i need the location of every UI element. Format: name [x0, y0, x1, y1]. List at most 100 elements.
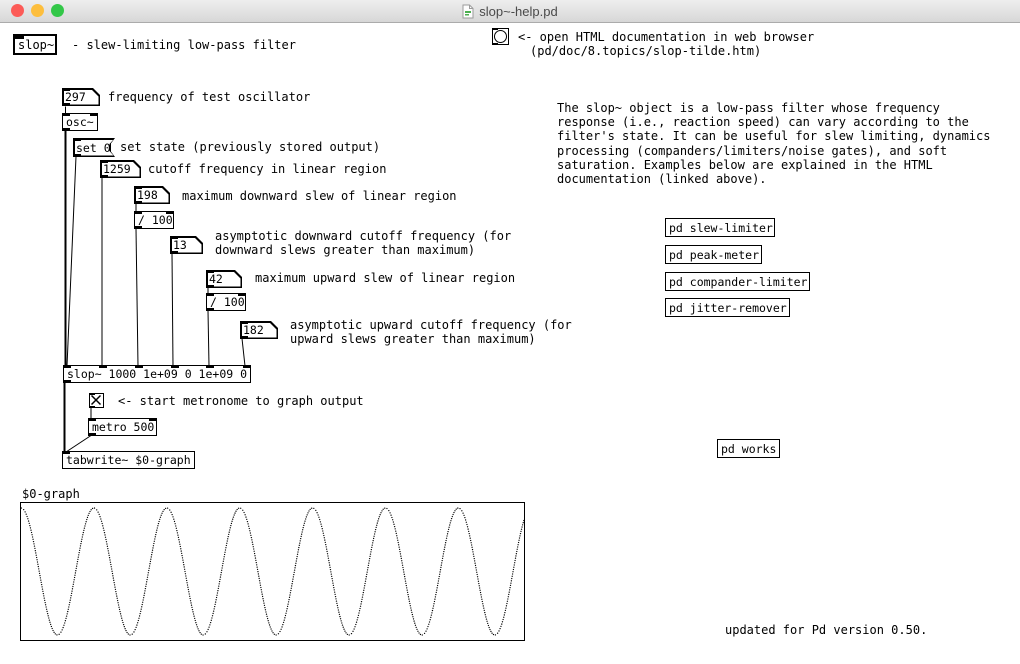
message-text: set 0 — [76, 141, 111, 155]
comment-frequency: frequency of test oscillator — [108, 90, 310, 104]
inlet-nib — [89, 393, 95, 395]
inlet-nib — [99, 365, 107, 368]
outlet-nib — [492, 43, 498, 45]
inlet-nib — [63, 365, 71, 368]
outlet-nib — [100, 175, 108, 178]
comment-metronome: <- start metronome to graph output — [118, 394, 364, 408]
inlet-nib — [243, 365, 251, 368]
object-text: slop~ 1000 1e+09 0 1e+09 0 — [67, 367, 247, 381]
toggle-x-icon — [90, 394, 102, 406]
object-box-metro[interactable]: metro 500 — [88, 418, 157, 436]
titlebar: slop~-help.pd — [0, 0, 1020, 23]
object-box-divide-b[interactable]: / 100 — [206, 293, 246, 311]
inlet-nib — [171, 365, 179, 368]
object-box-slop[interactable]: slop~ 1000 1e+09 0 1e+09 0 — [63, 365, 251, 383]
description-line: documentation (linked above). — [557, 172, 990, 186]
object-text: / 100 — [210, 295, 245, 309]
object-box-slop-name[interactable]: slop~ — [13, 34, 57, 55]
inlet-nib — [206, 270, 214, 273]
toggle-start-metronome[interactable] — [89, 393, 104, 408]
window-title: slop~-help.pd — [479, 4, 557, 19]
inlet-nib — [134, 186, 142, 189]
title-area: slop~-help.pd — [0, 0, 1020, 22]
subpatch-label: pd peak-meter — [669, 248, 759, 262]
inlet-nib — [166, 211, 174, 214]
object-text: / 100 — [138, 213, 173, 227]
inlet-nib — [149, 418, 157, 421]
number-value: 182 — [243, 323, 264, 337]
number-value: 13 — [173, 238, 187, 252]
inlet-nib — [62, 451, 70, 454]
inlet-nib — [206, 365, 214, 368]
comment-down-asym-1: asymptotic downward cutoff frequency (fo… — [215, 229, 511, 243]
outlet-nib — [73, 154, 81, 157]
description-line: processing (companders/limiters/noise ga… — [557, 144, 990, 158]
number-value: 42 — [209, 272, 223, 286]
array-display-graph[interactable] — [20, 502, 525, 641]
number-value: 198 — [137, 188, 158, 202]
outlet-nib — [134, 226, 142, 229]
subpatch-peak-meter[interactable]: pd peak-meter — [665, 245, 762, 264]
outlet-nib — [63, 380, 71, 383]
outlet-nib — [62, 128, 70, 131]
subpatch-label: pd compander-limiter — [669, 275, 807, 289]
comment-cutoff: cutoff frequency in linear region — [148, 162, 386, 176]
subpatch-slew-limiter[interactable]: pd slew-limiter — [665, 218, 775, 237]
waveform-dots — [21, 503, 524, 640]
inlet-nib — [134, 211, 142, 214]
number-value: 1259 — [103, 162, 131, 176]
outlet-nib — [62, 103, 70, 106]
object-text: metro 500 — [92, 420, 154, 434]
inlet-nib — [492, 28, 498, 30]
number-box-down-asymptotic[interactable]: 13 — [170, 236, 203, 254]
object-box-divide-a[interactable]: / 100 — [134, 211, 174, 229]
inlet-nib — [73, 138, 81, 141]
comment-updated: updated for Pd version 0.50. — [725, 623, 927, 637]
comment-set-state: set state (previously stored output) — [120, 140, 380, 154]
description-line: The slop~ object is a low-pass filter wh… — [557, 101, 990, 115]
comment-down-slew: maximum downward slew of linear region — [182, 189, 457, 203]
comment-up-asym-2: upward slews greater than maximum) — [290, 332, 536, 346]
message-box-set-state[interactable]: set 0 — [73, 138, 115, 157]
subpatch-label: pd jitter-remover — [669, 301, 787, 315]
number-value: 297 — [65, 90, 86, 104]
number-box-up-asymptotic[interactable]: 182 — [240, 321, 278, 339]
inlet-nib — [238, 293, 246, 296]
subpatch-label: pd slew-limiter — [669, 221, 773, 235]
object-text: tabwrite~ $0-graph — [66, 453, 191, 467]
subpatch-jitter-remover[interactable]: pd jitter-remover — [665, 298, 790, 317]
pd-document-icon — [462, 4, 474, 19]
outlet-nib — [89, 406, 95, 408]
subpatch-label: pd works — [721, 442, 776, 456]
patch-canvas: slop~ - slew-limiting low-pass filter <-… — [0, 0, 1020, 664]
outlet-nib — [206, 285, 214, 288]
number-box-up-slew[interactable]: 42 — [206, 270, 242, 288]
comment-up-slew: maximum upward slew of linear region — [255, 271, 515, 285]
subpatch-works[interactable]: pd works — [717, 439, 780, 458]
number-box-down-slew[interactable]: 198 — [134, 186, 170, 204]
comment-doc-line2: (pd/doc/8.topics/slop-tilde.htm) — [530, 44, 761, 58]
inlet-nib — [62, 113, 70, 116]
description-paragraph: The slop~ object is a low-pass filter wh… — [557, 101, 990, 186]
subpatch-compander-limiter[interactable]: pd compander-limiter — [665, 272, 810, 291]
outlet-nib — [206, 308, 214, 311]
comment-tagline: - slew-limiting low-pass filter — [72, 38, 296, 52]
inlet-nib — [135, 365, 143, 368]
object-box-osc[interactable]: osc~ — [62, 113, 98, 131]
inlet-nib — [100, 160, 108, 163]
number-box-cutoff[interactable]: 1259 — [100, 160, 141, 178]
inlet-nib — [90, 113, 98, 116]
outlet-nib — [240, 336, 248, 339]
object-text: slop~ — [18, 38, 54, 52]
bang-button-open-docs[interactable] — [492, 28, 509, 45]
number-box-frequency[interactable]: 297 — [62, 88, 100, 106]
comment-up-asym-1: asymptotic upward cutoff frequency (for — [290, 318, 572, 332]
outlet-nib — [88, 433, 96, 436]
object-box-tabwrite[interactable]: tabwrite~ $0-graph — [62, 451, 195, 469]
description-line: response (i.e., reaction speed) can vary… — [557, 115, 990, 129]
graph-label: $0-graph — [22, 487, 80, 501]
object-text: osc~ — [66, 115, 94, 129]
outlet-nib — [170, 251, 178, 254]
inlet-nib — [15, 36, 24, 39]
inlet-nib — [240, 321, 248, 324]
